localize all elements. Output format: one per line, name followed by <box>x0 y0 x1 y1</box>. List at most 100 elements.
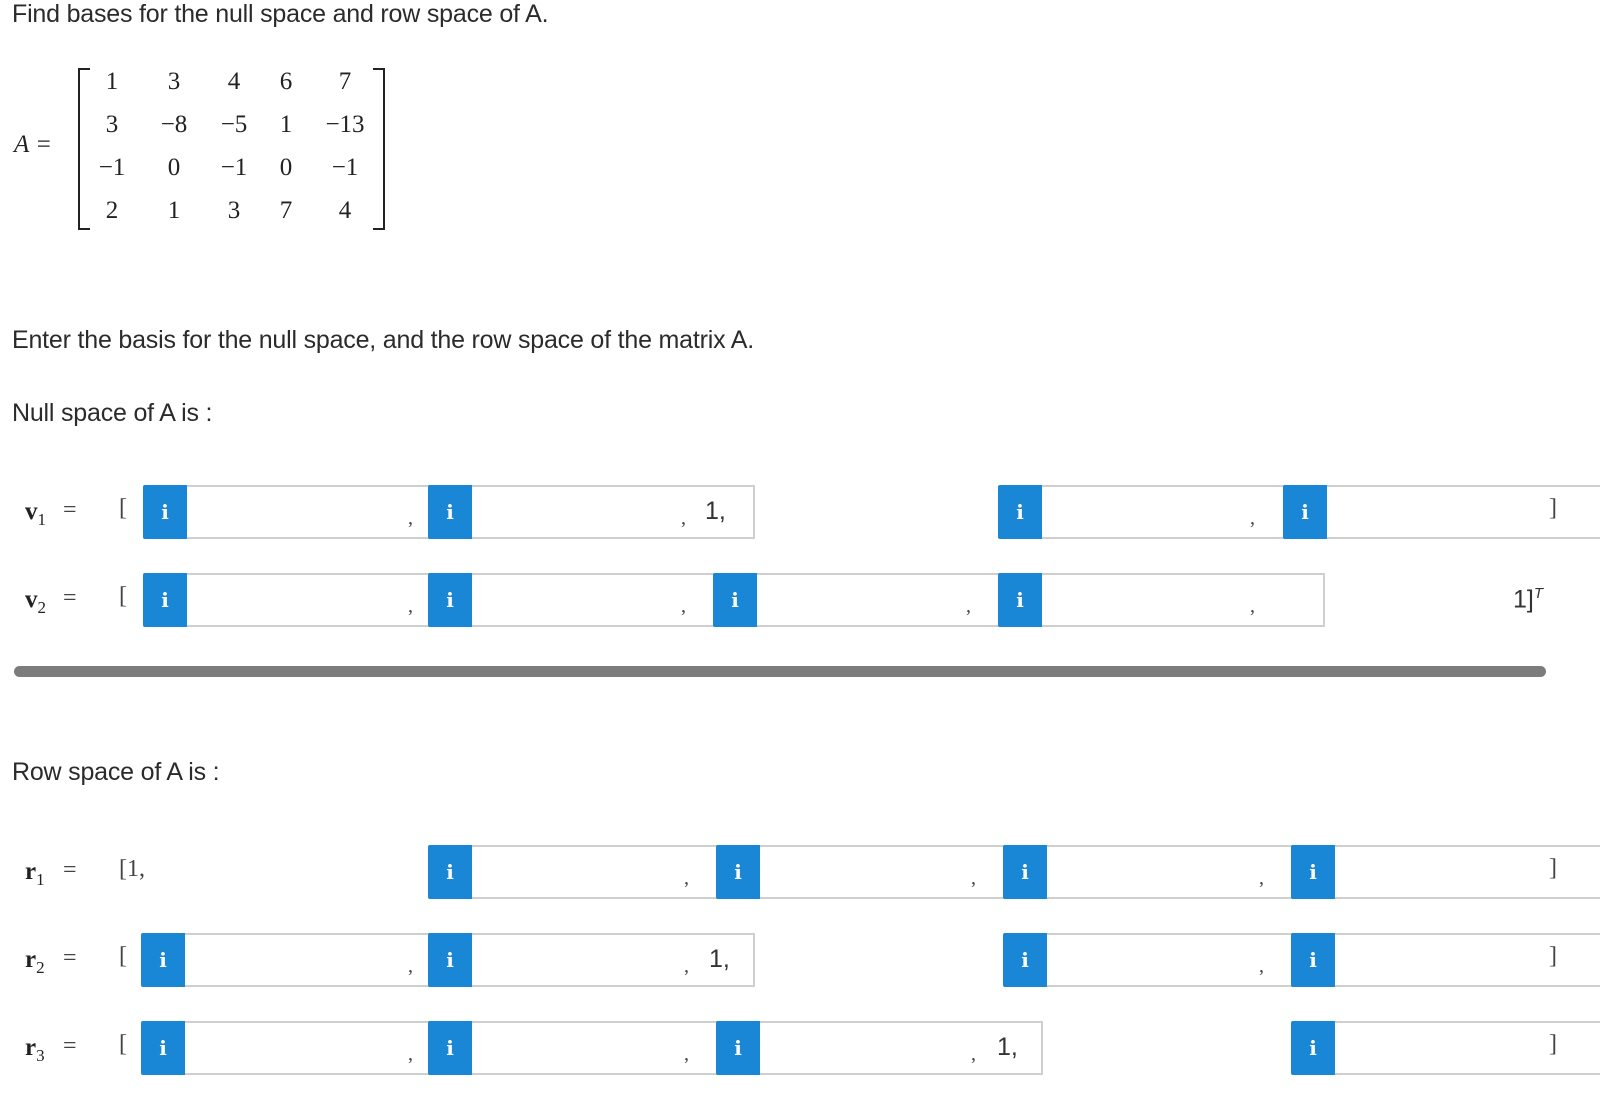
info-icon[interactable]: i <box>713 573 757 627</box>
r3-equals: = <box>63 1033 77 1059</box>
transpose-mark: T <box>1533 585 1544 602</box>
matrix-right-bracket <box>373 68 385 230</box>
v2-entry-2: i <box>428 573 755 627</box>
info-icon[interactable]: i <box>998 573 1042 627</box>
matrix-cell: 7 <box>279 197 293 224</box>
v1-entry-5-input[interactable] <box>1327 485 1600 539</box>
info-icon[interactable]: i <box>1291 1021 1335 1075</box>
info-icon[interactable]: i <box>1003 845 1047 899</box>
matrix-cell: −1 <box>331 154 359 181</box>
v1-open-bracket: [ <box>119 495 127 521</box>
comma: , <box>408 1043 413 1065</box>
r1-entry-4: i <box>1003 845 1330 899</box>
comma: , <box>681 595 686 617</box>
question-text: Find bases for the null space and row sp… <box>12 0 549 28</box>
v1-entry-5: i <box>1283 485 1600 539</box>
r2-equals: = <box>63 945 77 971</box>
matrix-cell: 7 <box>338 68 352 95</box>
v2-entry-1: i <box>143 573 470 627</box>
comma: , <box>684 867 689 889</box>
section-separator <box>14 666 1546 677</box>
v1-equals: = <box>63 497 77 523</box>
matrix-cell: −1 <box>98 154 126 181</box>
r1-entry-5-input[interactable] <box>1335 845 1600 899</box>
info-icon[interactable]: i <box>1283 485 1327 539</box>
info-icon[interactable]: i <box>141 1021 185 1075</box>
r3-label: r3 <box>25 1034 45 1065</box>
matrix-cell: 3 <box>167 68 181 95</box>
matrix-cell: 1 <box>279 111 293 138</box>
matrix-cell: −8 <box>160 111 188 138</box>
matrix-cell: −1 <box>220 154 248 181</box>
comma: , <box>971 1043 976 1065</box>
v2-entry-3: i <box>713 573 1040 627</box>
matrix-cell: 3 <box>105 111 119 138</box>
comma: , <box>1259 867 1264 889</box>
r3-entry-3: i <box>716 1021 1043 1075</box>
info-icon[interactable]: i <box>143 485 187 539</box>
info-icon[interactable]: i <box>428 933 472 987</box>
matrix-cell: 2 <box>105 197 119 224</box>
comma: , <box>684 955 689 977</box>
info-icon[interactable]: i <box>998 485 1042 539</box>
r2-entry-5: i <box>1291 933 1600 987</box>
matrix-cell: −13 <box>325 111 365 138</box>
instruction-text: Enter the basis for the null space, and … <box>12 326 754 354</box>
comma: , <box>1259 955 1264 977</box>
matrix-cell: 1 <box>167 197 181 224</box>
r1-entry-4-input[interactable] <box>1047 845 1330 899</box>
r1-entry-2-input[interactable] <box>472 845 755 899</box>
r2-entry-5-input[interactable] <box>1335 933 1600 987</box>
matrix-cell: 4 <box>338 197 352 224</box>
info-icon[interactable]: i <box>428 845 472 899</box>
v2-entry-4-input[interactable] <box>1042 573 1325 627</box>
info-icon[interactable]: i <box>1291 845 1335 899</box>
info-icon[interactable]: i <box>1291 933 1335 987</box>
r2-entry-2: i <box>428 933 755 987</box>
v1-close-bracket: ] <box>1549 495 1557 521</box>
info-icon[interactable]: i <box>716 845 760 899</box>
matrix-cell: 0 <box>167 154 181 181</box>
comma: , <box>1250 595 1255 617</box>
info-icon[interactable]: i <box>428 573 472 627</box>
r2-open-bracket: [ <box>119 943 127 969</box>
r3-entry-5: i <box>1291 1021 1600 1075</box>
info-icon[interactable]: i <box>1003 933 1047 987</box>
v2-label: v2 <box>25 586 46 617</box>
matrix-cell: 1 <box>105 68 119 95</box>
r2-close-bracket: ] <box>1549 943 1557 969</box>
v1-label: v1 <box>25 498 46 529</box>
r2-label: r2 <box>25 946 45 977</box>
r2-entry-4-input[interactable] <box>1047 933 1330 987</box>
matrix-label: A = <box>14 131 52 158</box>
r1-label: r1 <box>25 858 45 889</box>
info-icon[interactable]: i <box>716 1021 760 1075</box>
r1-entry-3-input[interactable] <box>760 845 1043 899</box>
r3-entry-1-input[interactable] <box>185 1021 468 1075</box>
r3-entry-2-input[interactable] <box>472 1021 755 1075</box>
matrix-cell: 0 <box>279 154 293 181</box>
r3-entry-5-input[interactable] <box>1335 1021 1600 1075</box>
v1-entry-4: i <box>998 485 1325 539</box>
info-icon[interactable]: i <box>141 933 185 987</box>
info-icon[interactable]: i <box>428 485 472 539</box>
r1-close-bracket: ] <box>1549 855 1557 881</box>
r2-entry-1: i <box>141 933 468 987</box>
r3-entry-2: i <box>428 1021 755 1075</box>
matrix-cell: 4 <box>227 68 241 95</box>
info-icon[interactable]: i <box>428 1021 472 1075</box>
v1-entry-2: i <box>428 485 755 539</box>
matrix-cell: −5 <box>220 111 248 138</box>
comma: , <box>966 595 971 617</box>
r1-equals: = <box>63 857 77 883</box>
comma: , <box>408 507 413 529</box>
v2-equals: = <box>63 585 77 611</box>
r1-entry-3: i <box>716 845 1043 899</box>
r1-entry-5: i <box>1291 845 1600 899</box>
comma: , <box>681 507 686 529</box>
r2-entry-1-input[interactable] <box>185 933 468 987</box>
v1-fixed-value: 1, <box>705 497 726 525</box>
info-icon[interactable]: i <box>143 573 187 627</box>
comma: , <box>684 1043 689 1065</box>
r2-entry-4: i <box>1003 933 1330 987</box>
